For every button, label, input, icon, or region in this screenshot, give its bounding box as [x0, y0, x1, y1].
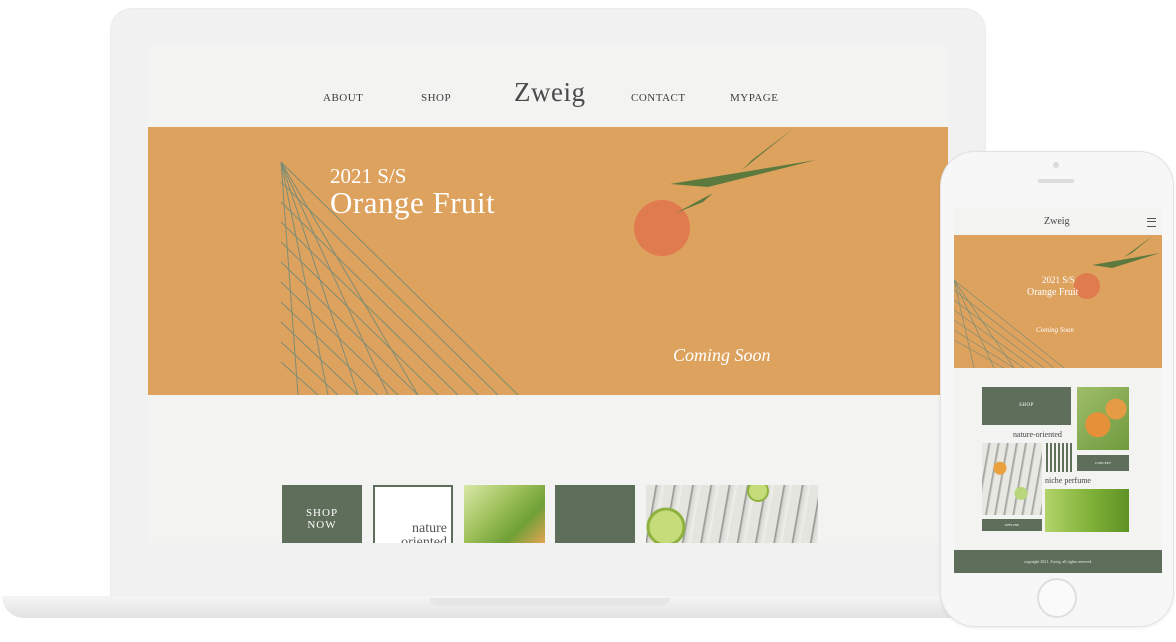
nature-line2: oriented [401, 535, 447, 543]
mobile-footer: copyright 2021. Zweig. all rights reserv… [954, 550, 1162, 573]
nav-mypage-link[interactable]: MYPAGE [730, 92, 778, 104]
leaf-photo-tile[interactable] [464, 485, 545, 543]
site-logo[interactable]: Zweig [514, 77, 585, 108]
nav-shop-link[interactable]: SHOP [421, 92, 451, 104]
desktop-nav: ABOUT SHOP Zweig CONTACT MYPAGE [148, 45, 948, 127]
mobile-orange-photo[interactable] [1077, 387, 1129, 450]
lime-photo-tile[interactable] [646, 485, 818, 543]
mobile-green-photo[interactable] [1045, 489, 1129, 532]
hamburger-icon[interactable] [1147, 218, 1156, 227]
mobile-hero: 2021 S/S Orange Fruit Coming Soon [954, 235, 1162, 368]
phone-speaker [1038, 179, 1074, 183]
shop-now-line1: SHOP [305, 507, 339, 519]
mobile-nature-label: nature-oriented [1013, 430, 1062, 439]
mobile-concept-tile[interactable]: CONCEPT [1077, 455, 1129, 471]
leaf-graphic [742, 128, 794, 170]
phone-home-button[interactable] [1037, 578, 1077, 618]
green-tile[interactable] [555, 485, 635, 543]
nature-oriented-tile[interactable]: nature oriented [373, 485, 453, 543]
mobile-coming-soon: Coming Soon [1036, 326, 1074, 334]
mobile-hero-graphics [954, 235, 1160, 368]
mobile-hero-season: 2021 S/S [1042, 275, 1075, 285]
nav-about-link[interactable]: ABOUT [323, 92, 363, 104]
laptop-notch [430, 598, 670, 606]
mobile-offline-tile[interactable]: OFFLINE [982, 519, 1042, 531]
hero-graphics [280, 128, 816, 395]
coming-soon-text: Coming Soon [673, 345, 771, 365]
desktop-screen: ABOUT SHOP Zweig CONTACT MYPAGE 2021 S/S… [148, 45, 948, 543]
mobile-niche-label: niche perfume [1045, 476, 1091, 485]
mobile-citrus-photo[interactable] [982, 443, 1042, 515]
mobile-hero-title: Orange Fruit [1027, 287, 1079, 298]
mobile-screen: Zweig 2021 S/S Orange Fruit Coming Soon [954, 208, 1162, 573]
mobile-leaf [1092, 253, 1160, 268]
mobile-shop-tile[interactable]: SHOP [982, 387, 1071, 425]
shop-now-line2: NOW [307, 519, 337, 531]
phone-camera [1053, 162, 1059, 168]
mobile-stripes-graphic [1046, 443, 1072, 472]
mobile-header: Zweig [954, 208, 1162, 235]
mobile-logo[interactable]: Zweig [1044, 216, 1070, 227]
shop-now-tile[interactable]: SHOP NOW [282, 485, 362, 543]
mobile-leaf [1124, 235, 1154, 257]
lime-slices [646, 485, 769, 543]
leaf-graphic [670, 160, 816, 187]
orange-fruit-graphic [634, 200, 690, 256]
hero-banner: 2021 S/S Orange Fruit Coming Soon [148, 127, 948, 395]
hero-title: Orange Fruit [330, 185, 496, 220]
nav-contact-link[interactable]: CONTACT [631, 92, 686, 104]
